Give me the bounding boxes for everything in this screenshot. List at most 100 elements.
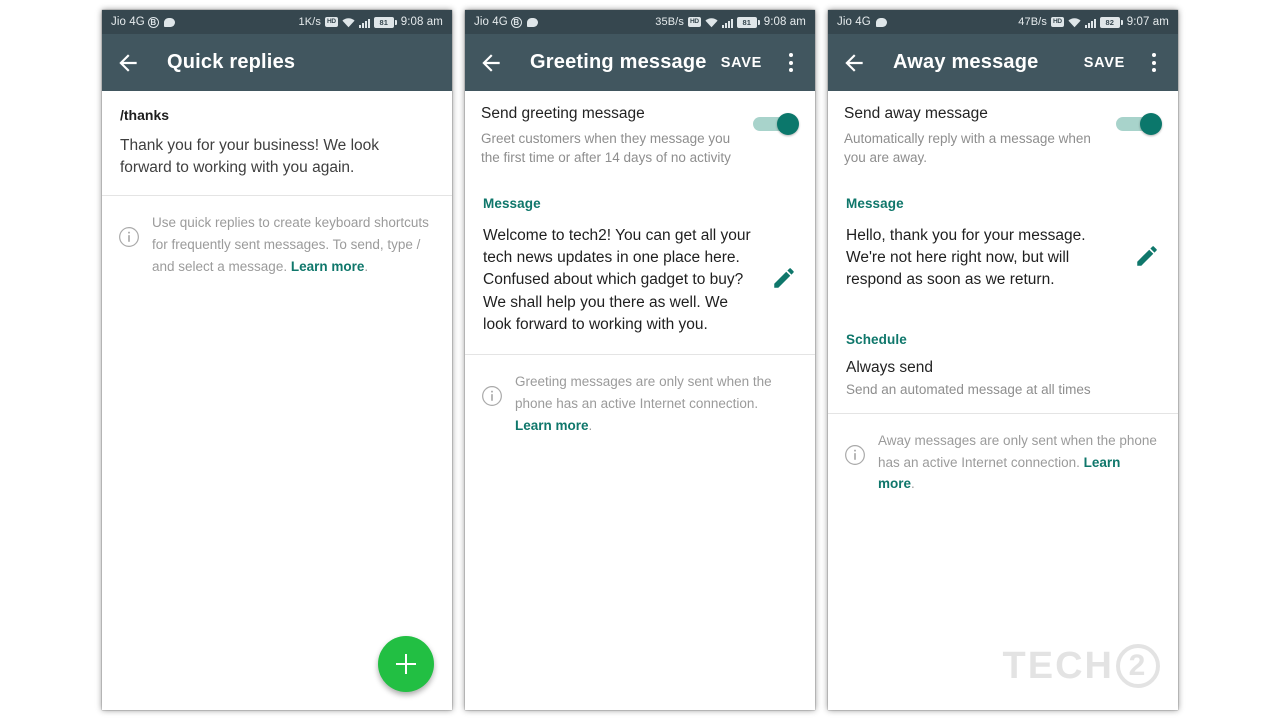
send-away-message-row[interactable]: Send away message Automatically reply wi… bbox=[828, 91, 1178, 174]
watermark-mark: 2 bbox=[1116, 644, 1160, 688]
wifi-icon bbox=[342, 17, 355, 28]
info-text: Use quick replies to create keyboard sho… bbox=[152, 212, 432, 278]
status-bar-right: 47B/s HD 82 9:07 am bbox=[1018, 16, 1169, 28]
back-arrow-icon[interactable] bbox=[478, 50, 504, 76]
learn-more-link[interactable]: Learn more bbox=[515, 418, 589, 433]
screen-content: Send greeting message Greet customers wh… bbox=[465, 91, 815, 710]
back-arrow-icon[interactable] bbox=[115, 50, 141, 76]
info-banner: Use quick replies to create keyboard sho… bbox=[102, 196, 452, 294]
status-bar: Jio 4G 47B/s HD 82 9:07 am bbox=[828, 10, 1178, 34]
schedule-title: Always send bbox=[846, 358, 934, 376]
greeting-message-row[interactable]: Welcome to tech2! You can get all your t… bbox=[465, 211, 815, 355]
save-button[interactable]: SAVE bbox=[719, 51, 764, 75]
send-away-message-toggle[interactable] bbox=[1116, 112, 1162, 136]
battery-level-label: 81 bbox=[373, 16, 394, 28]
schedule-row[interactable]: Always send Send an automated message at… bbox=[828, 347, 1178, 413]
status-bar-left: Jio 4G B bbox=[111, 16, 175, 28]
screenshot-stage: Jio 4G B 1K/s HD 81 9:08 am Quick replie… bbox=[0, 0, 1280, 720]
toggle-subtitle: Greet customers when they message you th… bbox=[481, 130, 731, 166]
toggle-subtitle: Automatically reply with a message when … bbox=[844, 130, 1091, 166]
message-bubble-icon bbox=[875, 17, 887, 27]
toggle-texts: Send greeting message Greet customers wh… bbox=[481, 105, 753, 168]
network-speed-label: 47B/s bbox=[1018, 16, 1047, 28]
watermark-text: TECH bbox=[1002, 644, 1114, 687]
battery-icon: 81 bbox=[373, 16, 397, 28]
phone-screen-away-message: Jio 4G 47B/s HD 82 9:07 am Away message … bbox=[828, 10, 1178, 710]
info-text-body: Greeting messages are only sent when the… bbox=[515, 374, 772, 412]
tech2-watermark: TECH 2 bbox=[1003, 644, 1160, 688]
network-speed-label: 35B/s bbox=[655, 16, 684, 28]
carrier-label: Jio 4G bbox=[837, 16, 871, 28]
signal-bars-icon bbox=[358, 17, 370, 28]
screen-content: /thanks Thank you for your business! We … bbox=[102, 91, 452, 710]
learn-more-link[interactable]: Learn more bbox=[291, 259, 365, 274]
status-bar: Jio 4G B 35B/s HD 81 9:08 am bbox=[465, 10, 815, 34]
message-bubble-icon bbox=[526, 17, 538, 27]
info-banner: Away messages are only sent when the pho… bbox=[828, 414, 1178, 512]
quick-reply-body: Thank you for your business! We look for… bbox=[120, 137, 380, 176]
signal-bars-icon bbox=[721, 17, 733, 28]
schedule-subtitle: Send an automated message at all times bbox=[846, 381, 1091, 397]
status-bar-left: Jio 4G bbox=[837, 16, 887, 28]
send-greeting-message-row[interactable]: Send greeting message Greet customers wh… bbox=[465, 91, 815, 174]
app-toolbar: Greeting message SAVE bbox=[465, 34, 815, 91]
screen-content: Send away message Automatically reply wi… bbox=[828, 91, 1178, 710]
phone-screen-quick-replies: Jio 4G B 1K/s HD 81 9:08 am Quick replie… bbox=[102, 10, 452, 710]
save-button[interactable]: SAVE bbox=[1082, 51, 1127, 75]
away-message-text: Hello, thank you for your message. We're… bbox=[846, 226, 1086, 289]
info-text: Away messages are only sent when the pho… bbox=[878, 430, 1158, 496]
back-arrow-icon[interactable] bbox=[841, 50, 867, 76]
vowifi-badge-icon: B bbox=[510, 16, 522, 28]
status-bar-right: 35B/s HD 81 9:08 am bbox=[655, 16, 806, 28]
message-section-label: Message bbox=[483, 195, 541, 211]
hd-network-icon: HD bbox=[1050, 16, 1064, 28]
overflow-menu-icon[interactable] bbox=[780, 51, 802, 75]
info-banner: Greeting messages are only sent when the… bbox=[465, 355, 815, 453]
battery-icon: 82 bbox=[1099, 16, 1123, 28]
quick-reply-shortcut: /thanks bbox=[120, 107, 170, 123]
app-toolbar: Away message SAVE bbox=[828, 34, 1178, 91]
battery-level-label: 82 bbox=[1099, 16, 1120, 28]
clock-label: 9:08 am bbox=[400, 16, 443, 28]
quick-reply-item[interactable]: /thanks Thank you for your business! We … bbox=[102, 91, 452, 195]
info-icon bbox=[118, 226, 140, 253]
page-title: Quick replies bbox=[167, 51, 296, 73]
page-title: Away message bbox=[893, 51, 1039, 73]
overflow-menu-icon[interactable] bbox=[1143, 51, 1165, 75]
battery-icon: 81 bbox=[736, 16, 760, 28]
info-text-suffix: . bbox=[364, 258, 369, 274]
clock-label: 9:08 am bbox=[763, 16, 806, 28]
info-icon bbox=[481, 385, 503, 412]
schedule-section-label: Schedule bbox=[846, 331, 907, 347]
network-speed-label: 1K/s bbox=[298, 16, 321, 28]
edit-pencil-icon[interactable] bbox=[771, 265, 797, 296]
message-section-label: Message bbox=[846, 195, 904, 211]
greeting-message-text: Welcome to tech2! You can get all your t… bbox=[483, 226, 751, 333]
message-bubble-icon bbox=[163, 17, 175, 27]
info-text: Greeting messages are only sent when the… bbox=[515, 371, 795, 437]
battery-level-label: 81 bbox=[736, 16, 757, 28]
signal-bars-icon bbox=[1084, 17, 1096, 28]
add-quick-reply-fab[interactable] bbox=[378, 636, 434, 692]
away-message-row[interactable]: Hello, thank you for your message. We're… bbox=[828, 211, 1178, 310]
toggle-texts: Send away message Automatically reply wi… bbox=[844, 105, 1116, 168]
hd-network-icon: HD bbox=[324, 16, 338, 28]
page-title: Greeting message bbox=[530, 51, 707, 73]
vowifi-badge-icon: B bbox=[147, 16, 159, 28]
edit-pencil-icon[interactable] bbox=[1134, 243, 1160, 274]
info-icon bbox=[844, 444, 866, 471]
info-text-suffix: . bbox=[911, 476, 915, 492]
hd-network-icon: HD bbox=[687, 16, 701, 28]
toggle-title: Send away message bbox=[844, 105, 988, 122]
carrier-label: Jio 4G bbox=[111, 16, 145, 28]
phone-screen-greeting-message: Jio 4G B 35B/s HD 81 9:08 am Greeting me… bbox=[465, 10, 815, 710]
send-greeting-message-toggle[interactable] bbox=[753, 112, 799, 136]
carrier-label: Jio 4G bbox=[474, 16, 508, 28]
app-toolbar: Quick replies bbox=[102, 34, 452, 91]
status-bar-right: 1K/s HD 81 9:08 am bbox=[299, 16, 443, 28]
info-text-suffix: . bbox=[588, 418, 593, 433]
wifi-icon bbox=[1068, 17, 1081, 28]
status-bar: Jio 4G B 1K/s HD 81 9:08 am bbox=[102, 10, 452, 34]
toggle-title: Send greeting message bbox=[481, 105, 645, 122]
status-bar-left: Jio 4G B bbox=[474, 16, 538, 28]
